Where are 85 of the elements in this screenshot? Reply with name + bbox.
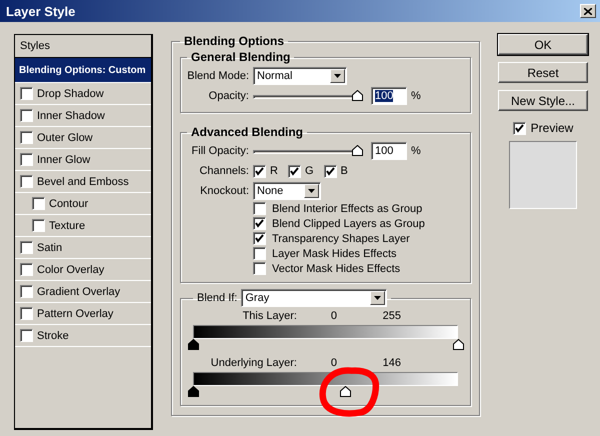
checkbox[interactable] [20,307,33,320]
slider[interactable] [253,90,363,102]
effect-label[interactable]: Inner Shadow [37,110,105,122]
checkbox[interactable] [20,263,33,276]
window-title: Layer Style [6,4,76,18]
checkbox[interactable] [324,164,337,178]
checkbox[interactable] [20,329,33,342]
unit-label: % [411,90,421,102]
group-title: General Blending [190,50,292,64]
field-label: Blend If: [197,292,238,304]
styles-list-item[interactable]: Blending Options: Custom [15,58,151,83]
slider-thumb[interactable] [352,90,363,101]
knockout-dropdown[interactable]: None [253,182,321,200]
preview-label[interactable]: Preview [530,121,574,135]
effect-label[interactable]: Satin [37,242,62,254]
option-label[interactable]: Blend Interior Effects as Group [272,202,422,214]
effect-label[interactable]: Inner Glow [37,154,90,166]
effect-label[interactable]: Drop Shadow [37,88,104,100]
checkbox[interactable] [20,109,33,122]
caret-icon [334,74,341,78]
checkbox[interactable] [512,122,526,134]
checkbox[interactable] [253,232,266,245]
slider-label: This Layer: [242,310,297,322]
checkbox[interactable] [253,164,266,178]
blend-if-dropdown[interactable]: Gray [241,289,388,307]
checkbox[interactable] [253,247,266,260]
low-value: 0 [330,357,337,369]
channel-label[interactable]: G [304,165,314,177]
field-label: Channels: [198,165,249,177]
number-field[interactable]: 100 [371,87,407,105]
slider-thumb[interactable] [453,339,464,350]
dialog-button[interactable]: New Style... [498,90,588,111]
effect-label[interactable]: Color Overlay [37,264,104,276]
low-value: 0 [330,310,337,322]
group-title: Advanced Blending [190,125,304,139]
effect-label[interactable]: Outer Glow [37,132,93,144]
effect-label[interactable]: Contour [49,198,88,210]
dialog-button[interactable]: OK [498,34,588,55]
high-value: 255 [382,310,401,322]
field-label: Fill Opacity: [190,145,249,157]
effect-label[interactable]: Bevel and Emboss [37,176,129,188]
gradient-bar[interactable] [193,372,458,386]
blend-mode-dropdown[interactable]: Normal [253,67,347,85]
slider-thumb[interactable] [188,339,199,350]
close-icon [584,8,592,14]
gradient-bar[interactable] [193,325,458,339]
option-label[interactable]: Layer Mask Hides Effects [272,248,397,260]
checkbox[interactable] [20,131,33,144]
checkbox[interactable] [253,262,266,275]
option-label[interactable]: Transparency Shapes Layer [272,232,410,244]
dialog-button[interactable]: Reset [498,62,588,83]
checkbox[interactable] [20,241,33,254]
slider-thumb[interactable] [188,386,199,397]
checkbox[interactable] [32,197,45,210]
effect-label[interactable]: Texture [49,220,86,232]
channel-label[interactable]: B [340,165,348,177]
slider-label: Underlying Layer: [210,357,297,369]
close-button[interactable] [580,4,596,18]
field-label: Opacity: [208,90,249,102]
slider-thumb[interactable] [352,145,363,156]
checkbox[interactable] [20,87,33,100]
field-label: Knockout: [199,185,249,197]
checkbox[interactable] [20,175,33,188]
caret-icon [374,296,382,300]
circle-mark [318,367,380,417]
checkbox[interactable] [20,153,33,166]
field-label: Blend Mode: [187,70,249,82]
caret-icon [308,189,315,193]
preview-swatch [509,141,577,209]
checkbox[interactable] [253,217,266,230]
checkbox[interactable] [253,202,266,215]
group-title: Blending Options [183,34,285,48]
checkbox[interactable] [32,219,45,232]
effect-label[interactable]: Pattern Overlay [37,308,114,320]
option-label[interactable]: Blend Clipped Layers as Group [272,218,425,230]
checkbox[interactable] [288,164,301,178]
effect-label[interactable]: Gradient Overlay [37,286,120,298]
option-label[interactable]: Vector Mask Hides Effects [272,262,400,274]
channel-label[interactable]: R [270,165,278,177]
slider[interactable] [253,145,363,157]
high-value: 146 [382,357,401,369]
number-field[interactable]: 100 [371,142,407,160]
effect-label[interactable]: Stroke [37,330,69,342]
checkbox[interactable] [20,285,33,298]
unit-label: % [411,145,421,157]
